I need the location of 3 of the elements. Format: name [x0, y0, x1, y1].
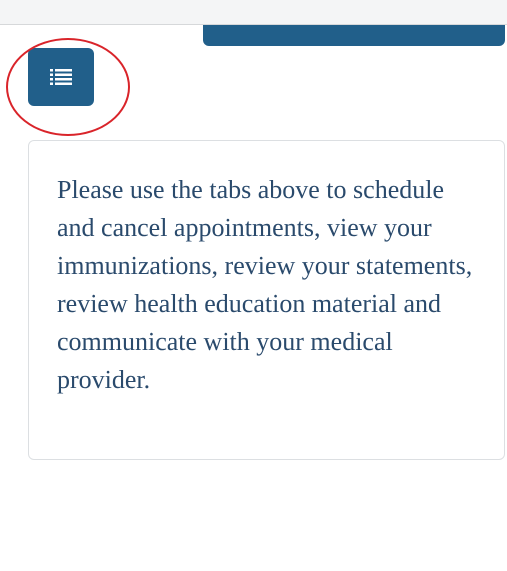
- menu-button[interactable]: [28, 48, 94, 106]
- info-message: Please use the tabs above to schedule and cancel appointments, view your immunizations, review your statements, review health education material and communicate with your medical provider.: [57, 174, 474, 396]
- list-icon: [50, 68, 72, 86]
